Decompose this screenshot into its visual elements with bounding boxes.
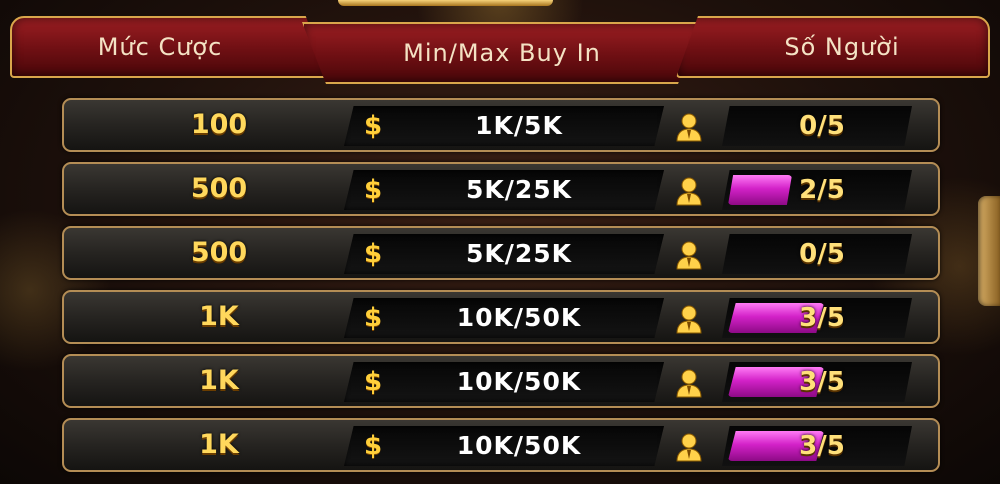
- header-bet[interactable]: Mức Cược: [10, 16, 328, 78]
- players-bar: 2/5: [722, 170, 912, 210]
- table-row[interactable]: 1K $ 10K/50K 3/5: [62, 354, 940, 408]
- buyin-range: 5K/25K: [465, 175, 573, 204]
- table-row[interactable]: 500 $ 5K/25K 2/5: [62, 162, 940, 216]
- players-bar: 3/5: [722, 362, 912, 402]
- players-count: 0/5: [799, 239, 845, 269]
- side-scroll-handle[interactable]: [978, 196, 1000, 306]
- header-bet-label: Mức Cược: [97, 33, 223, 61]
- buyin-box: $ 10K/50K: [344, 426, 664, 466]
- table-row[interactable]: 1K $ 10K/50K 3/5: [62, 418, 940, 472]
- bet-amount: 500: [190, 173, 248, 204]
- header-players-label: Số Người: [784, 33, 900, 61]
- person-icon: [676, 177, 702, 206]
- buyin-box: $ 5K/25K: [344, 234, 664, 274]
- dollar-icon: $: [364, 431, 383, 461]
- players-bar: 3/5: [722, 426, 912, 466]
- buyin-range: 10K/50K: [456, 303, 582, 332]
- buyin-range: 10K/50K: [456, 367, 582, 396]
- person-icon: [676, 113, 702, 142]
- players-bar: 3/5: [722, 298, 912, 338]
- table-row[interactable]: 100 $ 1K/5K 0/5: [62, 98, 940, 152]
- person-icon: [676, 241, 702, 270]
- table-row[interactable]: 500 $ 5K/25K 0/5: [62, 226, 940, 280]
- buyin-range: 1K/5K: [475, 111, 563, 140]
- table-row[interactable]: 1K $ 10K/50K 3/5: [62, 290, 940, 344]
- person-icon: [676, 433, 702, 462]
- players-count: 2/5: [799, 175, 845, 205]
- dollar-icon: $: [364, 303, 383, 333]
- buyin-box: $ 5K/25K: [344, 170, 664, 210]
- players-bar: 0/5: [722, 106, 912, 146]
- players-count: 3/5: [799, 303, 845, 333]
- person-icon: [676, 369, 702, 398]
- person-icon: [676, 305, 702, 334]
- bet-amount: 500: [190, 237, 248, 268]
- dollar-icon: $: [364, 175, 383, 205]
- buyin-range: 5K/25K: [465, 239, 573, 268]
- bet-amount: 1K: [199, 365, 239, 396]
- bet-amount: 1K: [199, 301, 239, 332]
- bet-amount: 1K: [199, 429, 239, 460]
- header-buyin-label: Min/Max Buy In: [403, 39, 601, 67]
- buyin-range: 10K/50K: [456, 431, 582, 460]
- buyin-box: $ 10K/50K: [344, 362, 664, 402]
- buyin-box: $ 10K/50K: [344, 298, 664, 338]
- header-buyin[interactable]: Min/Max Buy In: [302, 22, 702, 84]
- bet-amount: 100: [190, 109, 248, 140]
- buyin-box: $ 1K/5K: [344, 106, 664, 146]
- players-bar: 0/5: [722, 234, 912, 274]
- players-count: 3/5: [799, 367, 845, 397]
- header-players[interactable]: Số Người: [676, 16, 990, 78]
- dollar-icon: $: [364, 111, 383, 141]
- top-tab-edge: [338, 0, 553, 6]
- dollar-icon: $: [364, 239, 383, 269]
- dollar-icon: $: [364, 367, 383, 397]
- players-count: 3/5: [799, 431, 845, 461]
- players-count: 0/5: [799, 111, 845, 141]
